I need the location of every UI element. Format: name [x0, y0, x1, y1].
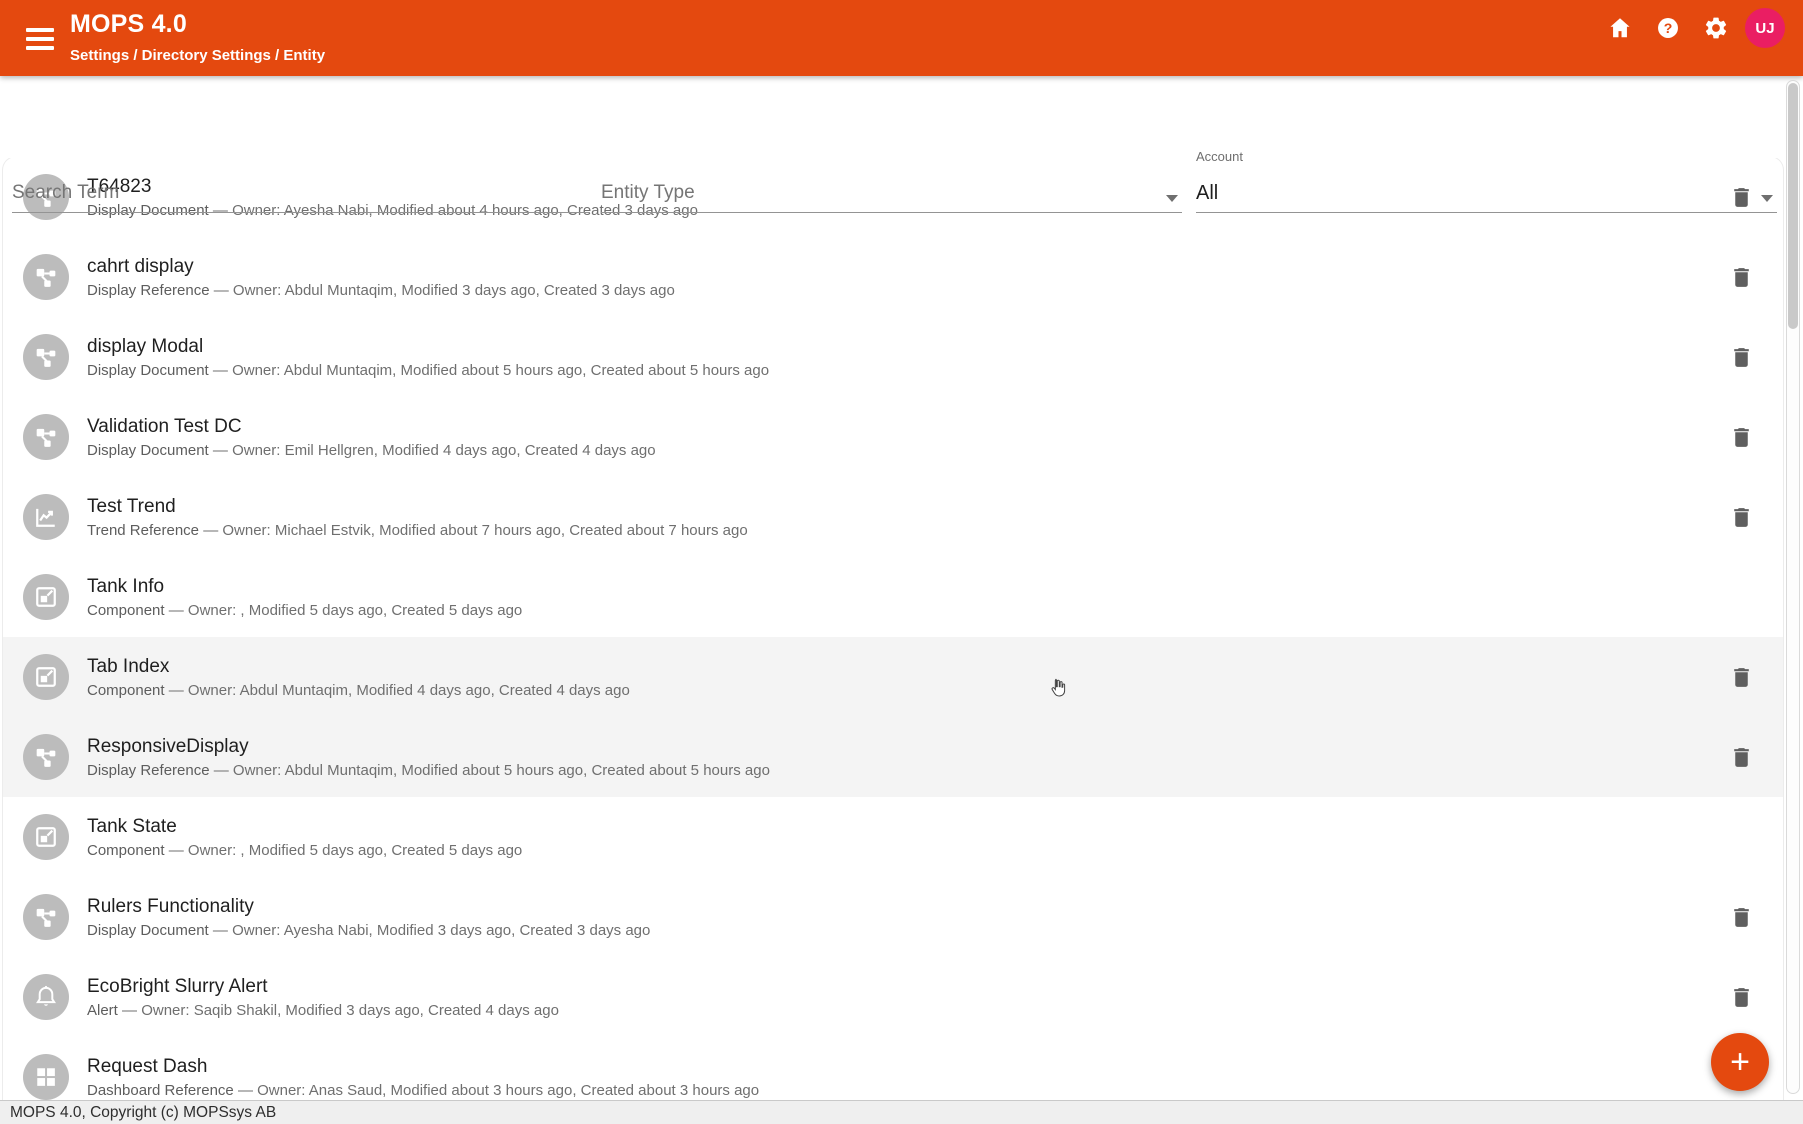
- menu-icon[interactable]: [26, 28, 54, 50]
- app-title: MOPS 4.0: [70, 10, 187, 38]
- app-bar: MOPS 4.0 Settings / Directory Settings /…: [0, 0, 1803, 76]
- display-icon: [23, 254, 69, 300]
- plus-icon: +: [1730, 1043, 1750, 1081]
- svg-text:?: ?: [1664, 20, 1673, 36]
- list-item[interactable]: Tank Info Component — Owner: , Modified …: [3, 557, 1783, 637]
- list-item[interactable]: EcoBright Slurry Alert Alert — Owner: Sa…: [3, 957, 1783, 1037]
- display-icon: [23, 734, 69, 780]
- list-item[interactable]: Test Trend Trend Reference — Owner: Mich…: [3, 477, 1783, 557]
- list-item[interactable]: Tank State Component — Owner: , Modified…: [3, 797, 1783, 877]
- search-input[interactable]: [12, 182, 590, 204]
- item-subtitle: Display Reference — Owner: Abdul Muntaqi…: [87, 281, 675, 299]
- item-title: Validation Test DC: [87, 415, 242, 437]
- list-item[interactable]: display Modal Display Document — Owner: …: [3, 317, 1783, 397]
- footer-copyright: MOPS 4.0, Copyright (c) MOPSsys AB: [0, 1100, 1803, 1124]
- item-title: Tank State: [87, 815, 177, 837]
- item-subtitle: Component — Owner: Abdul Muntaqim, Modif…: [87, 681, 630, 699]
- gear-icon[interactable]: [1697, 9, 1735, 47]
- item-title: ResponsiveDisplay: [87, 735, 249, 757]
- list-item[interactable]: cahrt display Display Reference — Owner:…: [3, 237, 1783, 317]
- account-label: Account: [1196, 149, 1243, 164]
- item-subtitle: Display Document — Owner: Ayesha Nabi, M…: [87, 921, 651, 939]
- help-icon[interactable]: ?: [1649, 9, 1687, 47]
- item-subtitle: Component — Owner: , Modified 5 days ago…: [87, 841, 523, 859]
- list-item[interactable]: ResponsiveDisplay Display Reference — Ow…: [3, 717, 1783, 797]
- item-subtitle: Display Reference — Owner: Abdul Muntaqi…: [87, 761, 770, 779]
- list-item[interactable]: Validation Test DC Display Document — Ow…: [3, 397, 1783, 477]
- account-value[interactable]: All: [1196, 182, 1218, 205]
- delete-button[interactable]: [1721, 417, 1761, 457]
- item-title: Tab Index: [87, 655, 170, 677]
- appbar-actions: ? UJ: [1601, 8, 1785, 48]
- list-item[interactable]: Rulers Functionality Display Document — …: [3, 877, 1783, 957]
- delete-button[interactable]: [1721, 897, 1761, 937]
- delete-button[interactable]: [1721, 257, 1761, 297]
- delete-button[interactable]: [1721, 497, 1761, 537]
- item-subtitle: Display Document — Owner: Abdul Muntaqim…: [87, 361, 770, 379]
- item-subtitle: Trend Reference — Owner: Michael Estvik,…: [87, 521, 748, 539]
- component-icon: [23, 574, 69, 620]
- component-icon: [23, 814, 69, 860]
- component-icon: [23, 654, 69, 700]
- display-icon: [23, 894, 69, 940]
- item-title: cahrt display: [87, 255, 194, 277]
- item-title: display Modal: [87, 335, 204, 357]
- breadcrumb: Settings / Directory Settings / Entity: [70, 47, 326, 64]
- entity-list: T64823 Display Document — Owner: Ayesha …: [2, 156, 1784, 1100]
- item-title: EcoBright Slurry Alert: [87, 975, 268, 997]
- search-term-field[interactable]: [12, 172, 590, 213]
- scrollbar-thumb[interactable]: [1788, 83, 1798, 329]
- display-icon: [23, 414, 69, 460]
- display-icon: [23, 334, 69, 380]
- item-subtitle: Display Document — Owner: Emil Hellgren,…: [87, 441, 656, 459]
- item-subtitle: Component — Owner: , Modified 5 days ago…: [87, 601, 523, 619]
- user-avatar[interactable]: UJ: [1745, 8, 1785, 48]
- delete-button[interactable]: [1721, 657, 1761, 697]
- item-title: Rulers Functionality: [87, 895, 254, 917]
- account-select[interactable]: Account All: [1196, 149, 1777, 213]
- list-item[interactable]: Request Dash Dashboard Reference — Owner…: [3, 1037, 1783, 1100]
- scrollbar[interactable]: [1786, 80, 1800, 1094]
- item-title: Tank Info: [87, 575, 165, 597]
- list-item[interactable]: Tab Index Component — Owner: Abdul Munta…: [3, 637, 1783, 717]
- entity-type-input[interactable]: [601, 182, 1182, 204]
- item-subtitle: Alert — Owner: Saqib Shakil, Modified 3 …: [87, 1001, 559, 1019]
- item-subtitle: Dashboard Reference — Owner: Anas Saud, …: [87, 1081, 760, 1099]
- filter-bar: Account All: [0, 76, 1803, 213]
- delete-button[interactable]: [1721, 977, 1761, 1017]
- item-title: Test Trend: [87, 495, 176, 517]
- delete-button[interactable]: [1721, 737, 1761, 777]
- title-block: MOPS 4.0 Settings / Directory Settings /…: [70, 9, 325, 64]
- chevron-down-icon[interactable]: [1761, 195, 1773, 202]
- add-entity-button[interactable]: +: [1711, 1033, 1769, 1091]
- item-title: Request Dash: [87, 1055, 208, 1077]
- dashboard-icon: [23, 1054, 69, 1100]
- alert-icon: [23, 974, 69, 1020]
- entity-type-select[interactable]: [601, 172, 1182, 213]
- trend-icon: [23, 494, 69, 540]
- home-icon[interactable]: [1601, 9, 1639, 47]
- delete-button[interactable]: [1721, 337, 1761, 377]
- chevron-down-icon[interactable]: [1166, 195, 1178, 202]
